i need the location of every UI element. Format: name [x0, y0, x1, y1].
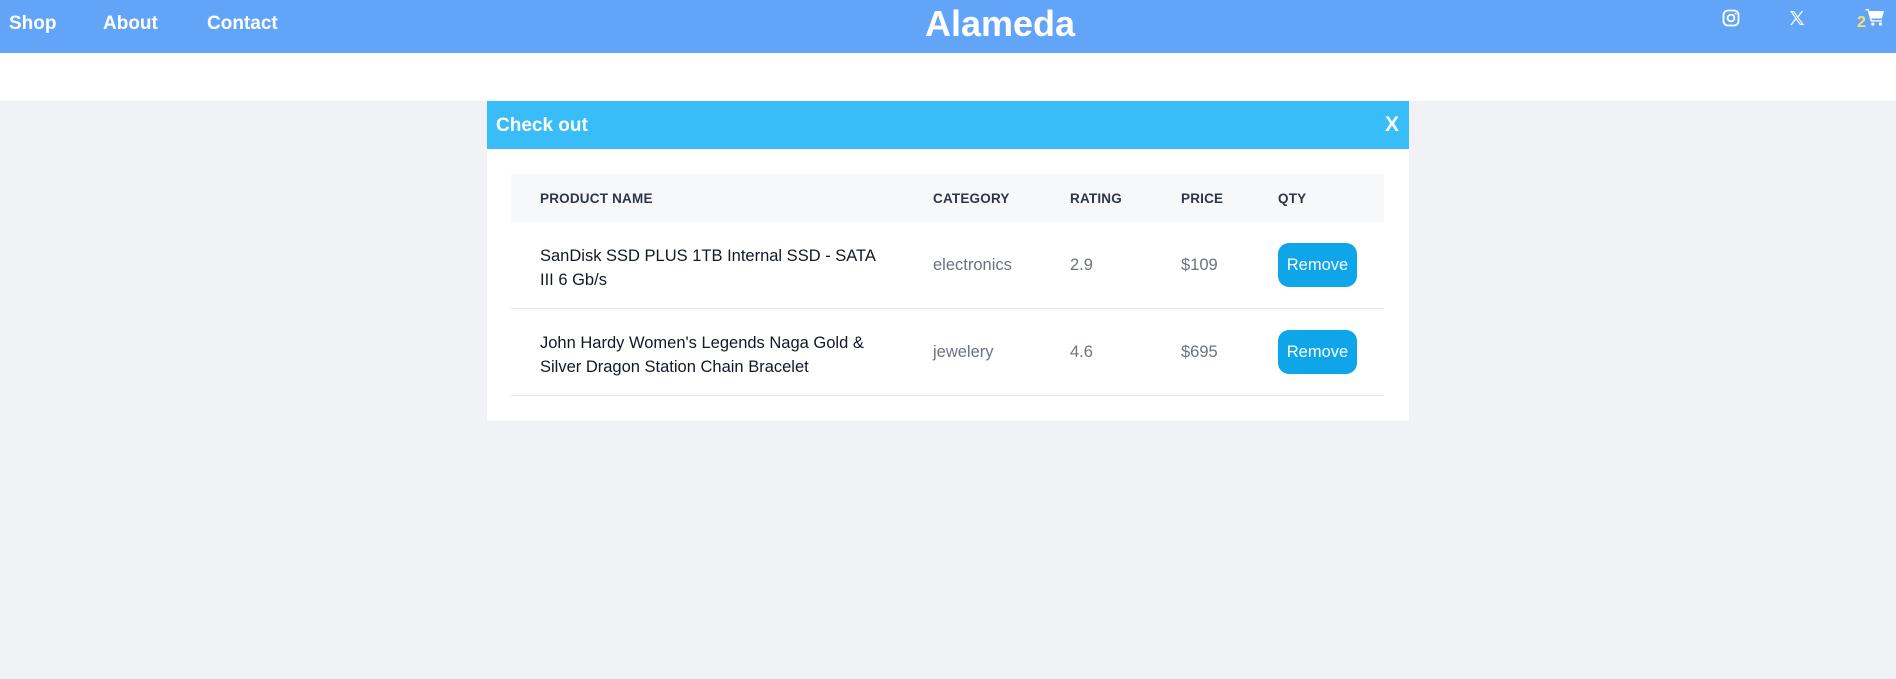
product-category: jewelery	[933, 343, 994, 361]
checkout-modal: Check out X Product Name Category Rating…	[487, 101, 1409, 421]
nav-link-about[interactable]: About	[103, 13, 158, 35]
table-header: Product Name Category Rating Price Qty	[511, 174, 1384, 222]
modal-header: Check out X	[487, 101, 1409, 149]
nav-link-shop[interactable]: Shop	[9, 13, 57, 35]
product-rating: 4.6	[1070, 343, 1093, 361]
product-name: John Hardy Women's Legends Naga Gold & S…	[540, 334, 864, 376]
product-price: $109	[1181, 256, 1218, 274]
product-name: SanDisk SSD PLUS 1TB Internal SSD - SATA…	[540, 247, 876, 289]
cart-table: Product Name Category Rating Price Qty S…	[511, 174, 1384, 396]
brand-title: Alameda	[925, 3, 1076, 44]
product-rating: 2.9	[1070, 256, 1093, 274]
table-row: John Hardy Women's Legends Naga Gold & S…	[511, 309, 1384, 396]
product-category: electronics	[933, 256, 1012, 274]
remove-button[interactable]: Remove	[1278, 330, 1357, 374]
x-twitter-icon[interactable]	[1788, 9, 1806, 27]
header-band	[0, 53, 1896, 101]
top-nav: Shop About Contact Alameda 2	[0, 0, 1896, 53]
header-rating: Rating	[1070, 191, 1122, 206]
cart-icon[interactable]	[1865, 8, 1885, 26]
header-price: Price	[1181, 191, 1224, 206]
modal-title: Check out	[496, 115, 588, 136]
header-category: Category	[933, 191, 1010, 206]
close-button[interactable]: X	[1385, 113, 1399, 137]
product-price: $695	[1181, 343, 1218, 361]
header-qty: Qty	[1278, 191, 1307, 206]
instagram-icon[interactable]	[1722, 9, 1740, 27]
header-product-name: Product Name	[540, 191, 653, 206]
table-row: SanDisk SSD PLUS 1TB Internal SSD - SATA…	[511, 222, 1384, 309]
remove-button[interactable]: Remove	[1278, 243, 1357, 287]
nav-link-contact[interactable]: Contact	[207, 13, 278, 35]
